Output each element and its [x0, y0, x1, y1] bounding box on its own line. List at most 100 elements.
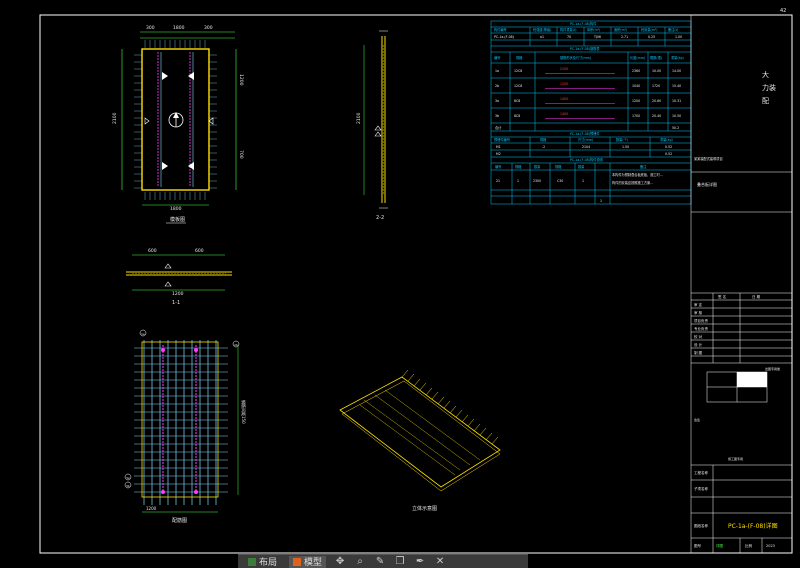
page-number: 42	[780, 8, 786, 14]
table2-cell: 12C8	[514, 84, 522, 88]
svg-text:PC-1a-(F-08)详图: PC-1a-(F-08)详图	[728, 522, 778, 530]
dim-right-a: 1200	[238, 74, 244, 86]
table2-cell: 2b	[495, 84, 499, 88]
table2-cell: 1720	[652, 84, 660, 88]
svg-text:重量(kg): 重量(kg)	[660, 137, 673, 142]
section-1-1-view: 600 600 1200 1-1	[126, 248, 232, 306]
lifting-point-icon	[162, 72, 168, 80]
dim-sec1-a: 600	[148, 248, 157, 254]
plan-view: 300 1800 300 2100 1200 700 1800 模板图	[112, 25, 244, 224]
lifting-point-icon	[188, 72, 194, 80]
table2-cell: 8C8	[514, 114, 520, 118]
svg-text:0.52: 0.52	[665, 145, 672, 149]
svg-text:3b: 3b	[126, 484, 130, 488]
layout-tab[interactable]: 布局	[244, 556, 281, 568]
title-block-text: 大 力装 配 某某装配式建筑项目 叠合板详图 签 名 日 期 审 定 审 核 项…	[694, 70, 780, 548]
edit-icon[interactable]: ✎	[374, 556, 386, 568]
dim-sec1-b: 600	[195, 248, 204, 254]
table2-rows: 1a 12C8 2100 2360 10.00 14.00 2b 12C8 1200 1040 17…	[495, 67, 681, 130]
dim-sec1-total: 1200	[172, 291, 184, 297]
dim-sec2-height: 2100	[356, 112, 362, 124]
table2-cell: 合计	[495, 125, 502, 130]
section-mark-icon	[374, 125, 382, 131]
svg-text:2104: 2104	[582, 145, 590, 149]
dim-top-1: 300	[146, 25, 155, 31]
svg-text:PC-1a-(F-08)钢筋表: PC-1a-(F-08)钢筋表	[570, 46, 600, 51]
table2-cell: 3a	[495, 99, 499, 103]
table2-cell: 50.2	[672, 126, 679, 130]
pen-icon[interactable]: ✒	[414, 556, 426, 568]
dim-rebar-bottom: 1200	[146, 506, 157, 511]
plan-slab-outline	[141, 48, 210, 191]
svg-text:规格: 规格	[540, 137, 547, 142]
svg-text:砼用量(m³): 砼用量(m³)	[641, 27, 657, 32]
svg-text:1: 1	[582, 179, 584, 183]
svg-text:构件重量(t): 构件重量(t)	[560, 27, 577, 32]
table2-cell: 20.60	[652, 99, 661, 103]
svg-text:C30: C30	[557, 179, 563, 183]
svg-text:M1: M1	[496, 145, 501, 149]
drawing-frame	[39, 14, 793, 554]
svg-text:重量(kg): 重量(kg)	[671, 55, 684, 60]
svg-text:体积(m³): 体积(m³)	[587, 27, 600, 32]
cad-drawing-canvas[interactable]: 42 300 1800 300 2100 1200 700 1800 模板图 2…	[0, 0, 800, 568]
stamp-fill	[737, 372, 767, 387]
svg-text:签 名: 签 名	[718, 294, 726, 299]
table2-cell: 2360	[632, 69, 640, 73]
svg-text:2300: 2300	[533, 179, 541, 183]
rebar-view: 1a 2b 3a 3b 钢筋间距150 1200 配筋图	[124, 329, 247, 524]
table1-text: PC-1a-(F-08)构件 构件编号 砼强度(等级) 构件重量(t) 体积(m…	[494, 21, 682, 39]
svg-text:编号: 编号	[494, 55, 500, 60]
svg-text:项目负责: 项目负责	[694, 318, 708, 323]
svg-text:工程名称: 工程名称	[694, 470, 708, 475]
zoom-icon[interactable]: ⌕	[354, 556, 366, 568]
section-mark-icon	[144, 117, 150, 125]
svg-text:2b: 2b	[234, 343, 238, 347]
svg-text:规格: 规格	[516, 55, 523, 60]
svg-text:钢筋形状及尺寸(mm): 钢筋形状及尺寸(mm)	[560, 55, 591, 60]
model-tab[interactable]: 模型	[289, 555, 327, 568]
table2-cell: 1a	[495, 69, 499, 73]
svg-text:2.71: 2.71	[621, 35, 628, 39]
layout-tab-bar: 布局 模型 ✥ ⌕ ✎ ❐ ✒ ✕	[238, 554, 528, 568]
section-mark-icon	[164, 263, 172, 269]
delete-icon[interactable]: ✕	[434, 556, 446, 568]
svg-text:备注(t): 备注(t)	[668, 27, 678, 32]
svg-text:日 期: 日 期	[752, 294, 761, 299]
svg-text:出图专用章: 出图专用章	[765, 366, 780, 371]
plan-view-label: 模板图	[170, 216, 185, 223]
table2-cell: 10.00	[652, 69, 661, 73]
svg-text:3a: 3a	[126, 476, 130, 480]
svg-text:图纸名称: 图纸名称	[694, 523, 708, 528]
svg-text:编号: 编号	[495, 164, 501, 169]
dim-bottom: 1800	[170, 206, 182, 212]
svg-text:M2: M2	[496, 152, 501, 156]
layout-tab-label: 布局	[259, 558, 278, 568]
svg-text:力装: 力装	[762, 83, 776, 92]
table2-text: PC-1a-(F-08)钢筋表 编号 规格 钢筋形状及尺寸(mm) 长度(mm)…	[494, 46, 684, 60]
svg-text:详图: 详图	[716, 543, 724, 548]
dim-top-3: 300	[204, 25, 213, 31]
svg-text:砼强度(等级): 砼强度(等级)	[533, 27, 551, 32]
svg-text:规格: 规格	[555, 164, 562, 169]
copy-icon[interactable]: ❐	[394, 556, 406, 568]
svg-text:规格: 规格	[515, 164, 522, 169]
svg-text:2023: 2023	[766, 544, 775, 548]
table2-cell: 1200	[560, 82, 568, 86]
table2-cell: 14.00	[672, 69, 681, 73]
svg-text:校 对: 校 对	[694, 334, 703, 339]
table2-cell: 3b	[495, 114, 499, 118]
section-2-2-label: 2-2	[376, 215, 384, 221]
svg-text:1a: 1a	[141, 332, 145, 336]
table2-cell: 1700	[632, 114, 640, 118]
svg-text:设 计: 设 计	[694, 342, 703, 347]
svg-text:审 定: 审 定	[694, 302, 703, 307]
svg-text:PC-1a-(F-08)预埋件: PC-1a-(F-08)预埋件	[570, 131, 600, 136]
pan-icon[interactable]: ✥	[334, 556, 346, 568]
svg-text:面积(m²): 面积(m²)	[614, 27, 627, 32]
model-tab-label: 模型	[304, 558, 323, 568]
svg-text:尺寸(mm): 尺寸(mm)	[578, 137, 593, 142]
svg-text:配: 配	[762, 97, 769, 105]
svg-text:备注: 备注	[640, 164, 647, 169]
section-1-1-label: 1-1	[172, 300, 180, 306]
